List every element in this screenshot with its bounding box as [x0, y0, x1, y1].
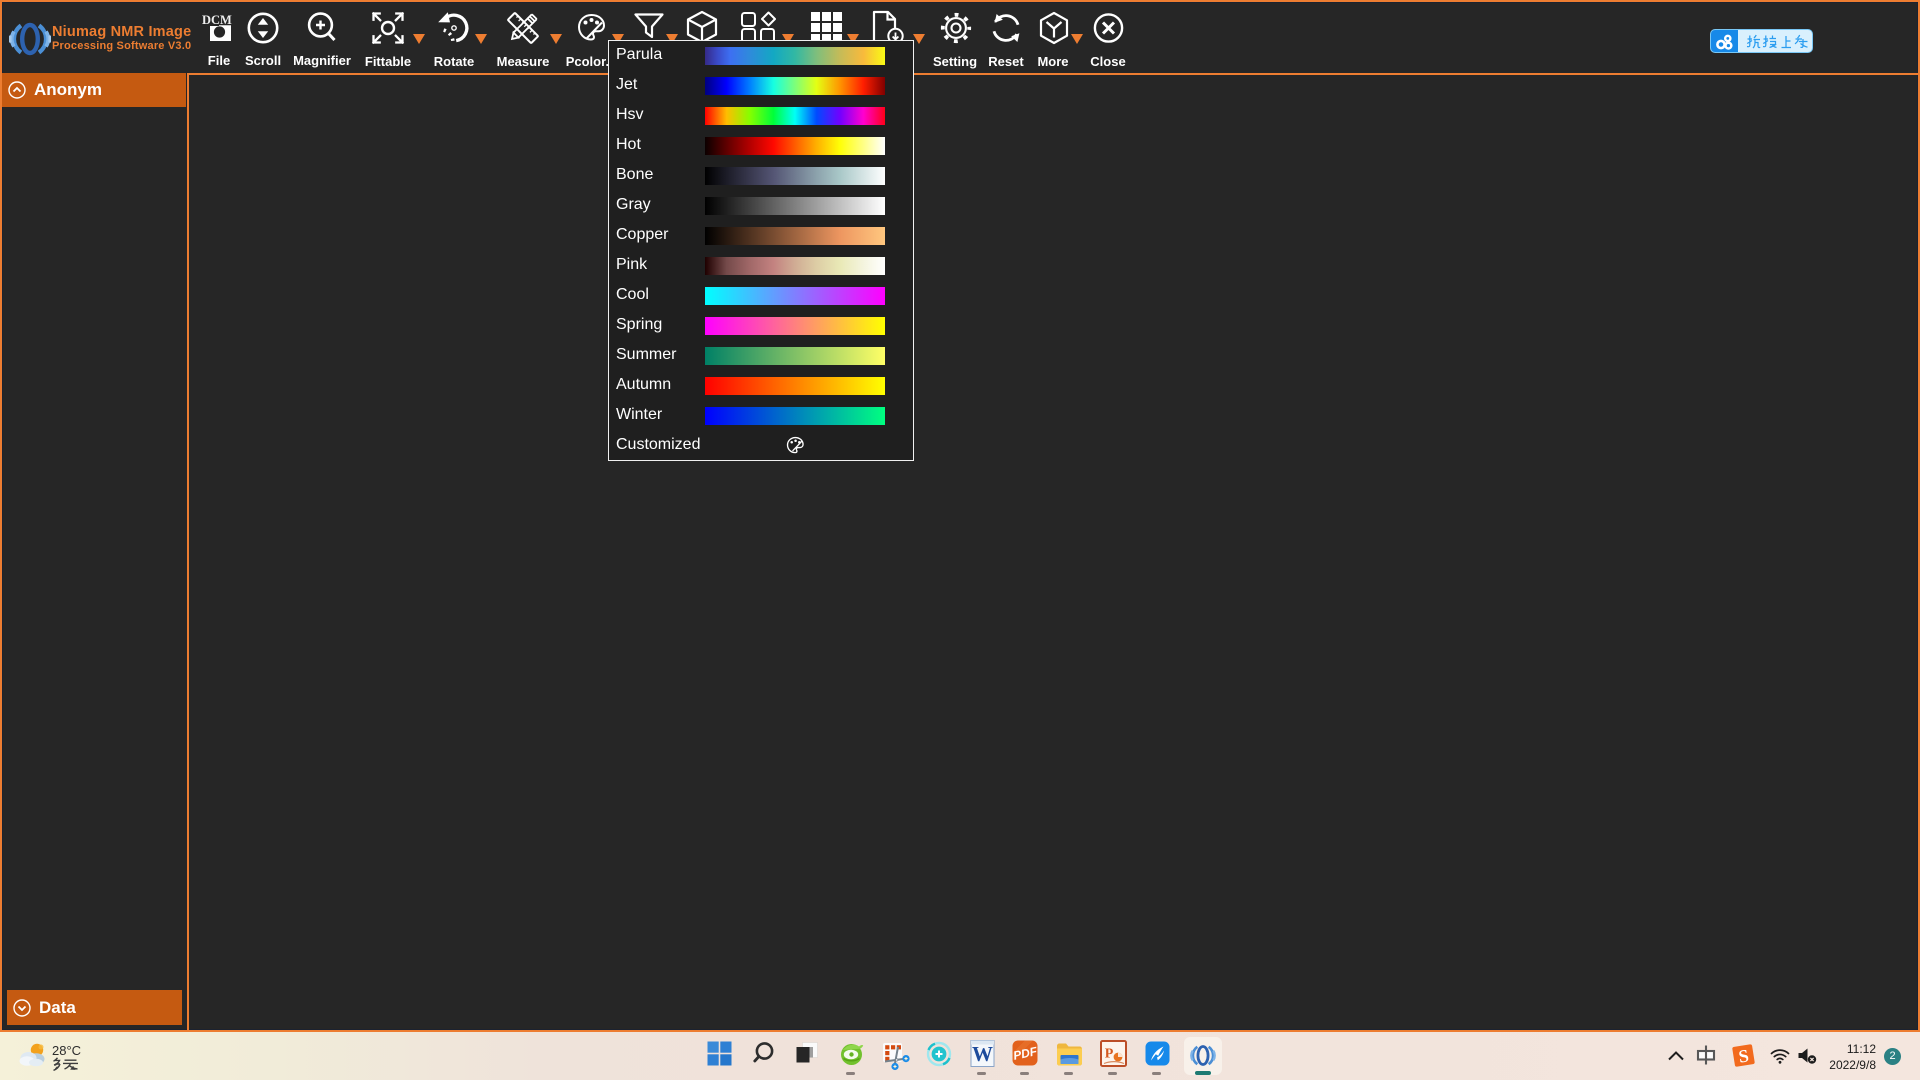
svg-text:W: W: [972, 1042, 993, 1066]
svg-text:DCM: DCM: [202, 13, 232, 27]
svg-text:P: P: [1105, 1047, 1114, 1062]
